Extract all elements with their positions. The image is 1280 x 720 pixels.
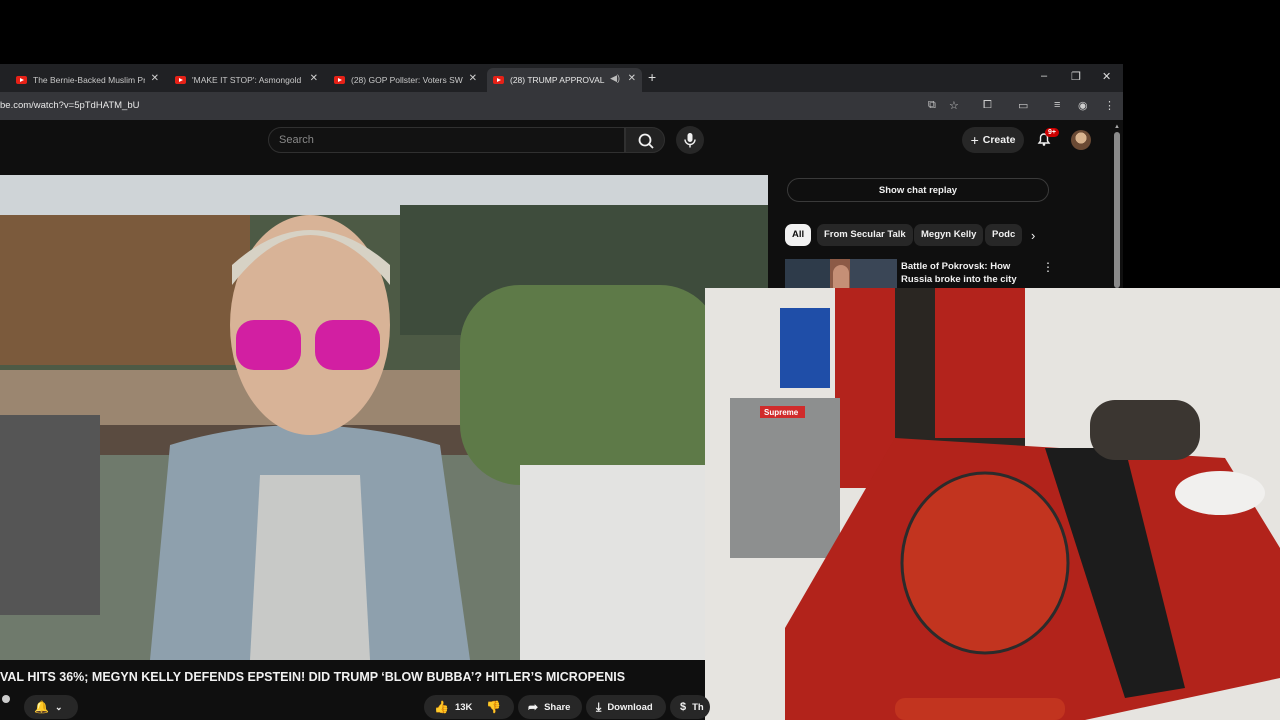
download-button[interactable]: ⤓ Download [586, 695, 666, 719]
search-input[interactable]: Search [268, 127, 625, 153]
browser-tab-4-active[interactable]: (28) TRUMP APPROVAL HIT ◀) ✕ [487, 68, 642, 92]
video-actions-bar: 🔔 ⌄ 👍 13K 👎 ➦ Share ⤓ Download $ Th [0, 692, 710, 720]
create-button[interactable]: + Create [962, 127, 1024, 153]
close-tab-icon[interactable]: ✕ [151, 73, 159, 84]
bell-icon: 🔔 [34, 700, 49, 714]
chip-all[interactable]: All [785, 224, 812, 246]
thumbs-up-icon[interactable]: 👍 [434, 700, 449, 714]
youtube-favicon-icon [334, 76, 345, 84]
youtube-header: Search + Create 9+ [0, 120, 1123, 172]
show-chat-replay-button[interactable]: Show chat replay [787, 178, 1049, 202]
filter-chips: All From Secular Talk Megyn Kelly Podc [785, 224, 1025, 248]
browser-tab-1[interactable]: The Bernie-Backed Muslim Pro ✕ [10, 68, 165, 92]
download-label: Download [607, 701, 653, 713]
share-arrow-icon: ➦ [528, 700, 539, 714]
plus-icon: + [970, 132, 979, 148]
microphone-icon [684, 133, 696, 148]
thanks-button[interactable]: $ Th [670, 695, 710, 719]
share-button[interactable]: ➦ Share [518, 695, 582, 719]
search-icon [638, 133, 654, 149]
subscribe-notifications-button[interactable]: 🔔 ⌄ [24, 695, 78, 719]
media-controls-icon[interactable]: ≡ [1054, 99, 1060, 111]
url-text[interactable]: be.com/watch?v=5pTdHATM_bU [0, 100, 139, 111]
install-app-icon[interactable]: ⧉ [928, 99, 936, 112]
youtube-favicon-icon [175, 76, 186, 84]
close-tab-icon[interactable]: ✕ [469, 73, 477, 84]
notification-badge: 9+ [1045, 128, 1059, 137]
profile-icon[interactable]: ◉ [1078, 99, 1088, 112]
extensions-icon[interactable]: ⧠ [983, 99, 992, 112]
voice-search-button[interactable] [676, 126, 704, 154]
webcam-room-image: Supreme [705, 288, 1280, 720]
chevron-down-icon: ⌄ [54, 701, 63, 712]
tab-title: 'MAKE IT STOP': Asmongold SH [192, 75, 304, 85]
tab-title: (28) TRUMP APPROVAL HIT [510, 75, 606, 85]
top-black-margin [0, 0, 1280, 64]
restore-button[interactable]: ❐ [1071, 70, 1081, 83]
download-icon: ⤓ [596, 699, 602, 714]
like-count[interactable]: 13K [455, 702, 472, 713]
create-label: Create [982, 134, 1016, 146]
kebab-menu-icon[interactable]: ⋮ [1104, 99, 1115, 112]
video-title: VAL HITS 36%; MEGYN KELLY DEFENDS EPSTEI… [0, 670, 626, 684]
scroll-up-arrow-icon[interactable]: ▲ [1114, 124, 1120, 130]
close-tab-icon[interactable]: ✕ [628, 73, 636, 84]
close-tab-icon[interactable]: ✕ [310, 73, 318, 84]
minimize-button[interactable]: – [1041, 70, 1047, 82]
tab-title: The Bernie-Backed Muslim Pro [33, 75, 145, 85]
tab-title: (28) GOP Pollster: Voters SWIN [351, 75, 463, 85]
like-dislike-group: 👍 13K 👎 [424, 695, 514, 719]
scrollbar-thumb[interactable] [1114, 132, 1120, 288]
recommendation-thumbnail[interactable] [785, 259, 897, 289]
chip-from-secular-talk[interactable]: From Secular Talk [817, 224, 913, 246]
supreme-sticker: Supreme [764, 408, 799, 417]
chip-megyn-kelly[interactable]: Megyn Kelly [914, 224, 984, 246]
close-window-button[interactable]: ✕ [1102, 70, 1111, 83]
webcam-overlay: Supreme [705, 288, 1280, 720]
split-view-icon[interactable]: ▭ [1018, 99, 1028, 112]
thanks-label: Th [692, 701, 704, 713]
chip-podcasts[interactable]: Podc [985, 224, 1023, 246]
youtube-favicon-icon [493, 76, 504, 84]
speaker-icon[interactable]: ◀) [610, 73, 620, 84]
thanks-icon: $ [680, 701, 687, 713]
thumbnail-face [833, 265, 849, 289]
video-frame-image [0, 175, 768, 660]
thumbs-down-icon[interactable]: 👎 [486, 700, 501, 714]
share-label: Share [544, 701, 571, 713]
avatar[interactable] [1071, 130, 1091, 150]
browser-tab-2[interactable]: 'MAKE IT STOP': Asmongold SH ✕ [169, 68, 324, 92]
tab-bar: The Bernie-Backed Muslim Pro ✕ 'MAKE IT … [0, 64, 1123, 92]
video-player[interactable] [0, 175, 768, 660]
browser-tab-3[interactable]: (28) GOP Pollster: Voters SWIN ✕ [328, 68, 483, 92]
chevron-right-icon[interactable]: › [1031, 228, 1035, 243]
more-options-icon[interactable]: ⋮ [1042, 260, 1054, 274]
new-tab-button[interactable]: + [648, 69, 656, 85]
channel-avatar[interactable] [2, 695, 10, 703]
address-bar: be.com/watch?v=5pTdHATM_bU ⧉ ☆ ⧠ ▭ ≡ ◉ ⋮ [0, 92, 1123, 120]
search-button[interactable] [625, 127, 665, 153]
bookmark-star-icon[interactable]: ☆ [949, 99, 959, 112]
youtube-favicon-icon [16, 76, 27, 84]
